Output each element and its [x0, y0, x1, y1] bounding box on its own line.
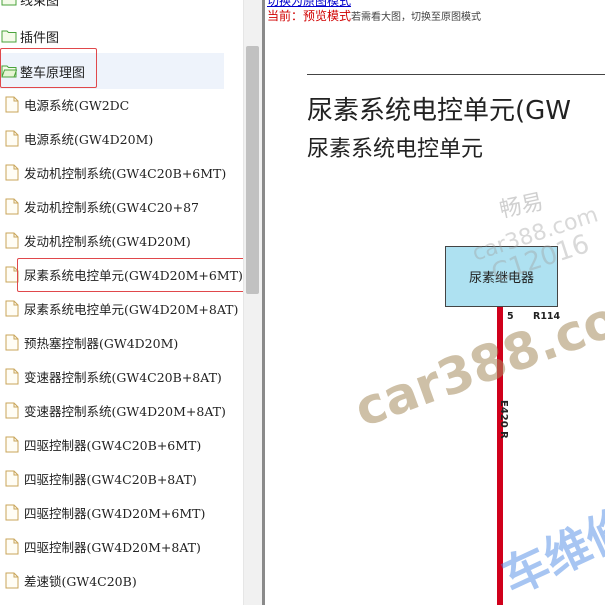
mode-value: 预览模式	[303, 9, 352, 23]
tree-item-3[interactable]: 电源系统(GW2DC	[0, 87, 243, 121]
diagram-subtitle: 尿素系统电控单元	[307, 137, 484, 162]
tree-scrollbar-thumb[interactable]	[246, 46, 259, 294]
document-icon	[5, 232, 19, 248]
document-icon	[5, 198, 19, 214]
tree-item-4[interactable]: 电源系统(GW4D20M)	[0, 121, 243, 155]
tree-item-14[interactable]: 四驱控制器(GW4C20B+8AT)	[0, 461, 243, 495]
tree-item-6[interactable]: 发动机控制系统(GW4C20+87	[0, 189, 243, 223]
document-icon	[5, 402, 19, 418]
tree-item-label: 四驱控制器(GW4D20M+6MT)	[24, 505, 206, 521]
tree-item-0[interactable]: 线束图	[0, 0, 243, 16]
tree-item-label: 尿素系统电控单元(GW4D20M+6MT)	[24, 267, 243, 283]
diagram-viewer: 切换为原图模式 当前：预览模式若需看大图，切换至原图模式 尿素系统电控单元(GW…	[265, 0, 605, 605]
document-icon	[5, 504, 19, 520]
tree-item-9[interactable]: 尿素系统电控单元(GW4D20M+8AT)	[0, 291, 243, 325]
tree-item-12[interactable]: 变速器控制系统(GW4D20M+8AT)	[0, 393, 243, 427]
tree-item-label: 变速器控制系统(GW4D20M+8AT)	[24, 403, 226, 419]
connector-id: R114	[533, 311, 561, 322]
mode-prefix: 当前：	[267, 9, 304, 23]
tree-item-11[interactable]: 变速器控制系统(GW4C20B+8AT)	[0, 359, 243, 393]
document-icon	[5, 266, 19, 282]
tree-item-label: 差速锁(GW4C20B)	[24, 573, 137, 589]
tree-item-label: 四驱控制器(GW4C20B+6MT)	[24, 437, 202, 453]
tree-item-1[interactable]: 插件图	[0, 19, 243, 53]
urea-relay-box: 尿素继电器	[445, 246, 558, 307]
pin-number: 5	[507, 311, 514, 322]
folder-icon	[1, 30, 17, 43]
tree-item-16[interactable]: 四驱控制器(GW4D20M+8AT)	[0, 529, 243, 563]
tree-item-label: 预热塞控制器(GW4D20M)	[24, 335, 179, 351]
diagram-title: 尿素系统电控单元(GW	[307, 96, 571, 126]
document-icon	[5, 130, 19, 146]
red-wire	[497, 307, 503, 605]
tree-item-label: 电源系统(GW2DC	[24, 97, 130, 113]
document-icon	[5, 164, 19, 180]
document-icon	[5, 96, 19, 112]
tree-item-15[interactable]: 四驱控制器(GW4D20M+6MT)	[0, 495, 243, 529]
watermark-changyi: 畅易	[497, 189, 546, 224]
tree-item-2[interactable]: 整车原理图	[0, 53, 224, 89]
mode-hint: 若需看大图，切换至原图模式	[351, 12, 482, 23]
document-icon	[5, 436, 19, 452]
tree-item-label: 四驱控制器(GW4C20B+8AT)	[24, 471, 197, 487]
tree-item-label: 线束图	[20, 0, 60, 9]
document-icon	[5, 334, 19, 350]
mode-status: 当前：预览模式若需看大图，切换至原图模式	[267, 7, 481, 24]
tree-item-label: 插件图	[20, 30, 60, 46]
tree-item-label: 整车原理图	[20, 65, 86, 81]
tree-item-13[interactable]: 四驱控制器(GW4C20B+6MT)	[0, 427, 243, 461]
document-icon	[5, 300, 19, 316]
document-icon	[5, 572, 19, 588]
tree-item-label: 变速器控制系统(GW4C20B+8AT)	[24, 369, 222, 385]
tree-item-label: 发动机控制系统(GW4C20B+6MT)	[24, 165, 227, 181]
wire-code: E420 R	[498, 400, 509, 439]
tree-item-label: 电源系统(GW4D20M)	[24, 131, 154, 147]
tree-item-5[interactable]: 发动机控制系统(GW4C20B+6MT)	[0, 155, 243, 189]
document-icon	[5, 470, 19, 486]
tree-item-label: 发动机控制系统(GW4D20M)	[24, 233, 191, 249]
document-tree: 线束图插件图整车原理图电源系统(GW2DC 电源系统(GW4D20M) 发动机控制系…	[0, 0, 243, 605]
tree-item-label: 四驱控制器(GW4D20M+8AT)	[24, 539, 201, 555]
diagram-divider	[307, 74, 605, 75]
tree-item-label: 尿素系统电控单元(GW4D20M+8AT)	[24, 301, 239, 317]
tree-item-label: 发动机控制系统(GW4C20+87	[24, 199, 200, 215]
document-icon	[5, 368, 19, 384]
tree-item-17[interactable]: 差速锁(GW4C20B)	[0, 563, 243, 597]
folder-icon	[1, 0, 17, 6]
relay-label: 尿素继电器	[468, 271, 534, 286]
document-icon	[5, 538, 19, 554]
tree-item-10[interactable]: 预热塞控制器(GW4D20M)	[0, 325, 243, 359]
watermark-repair: 车维修	[493, 497, 605, 605]
folder-open-icon	[1, 65, 17, 78]
tree-item-8[interactable]: 尿素系统电控单元(GW4D20M+6MT)	[0, 257, 243, 291]
tree-item-7[interactable]: 发动机控制系统(GW4D20M)	[0, 223, 243, 257]
